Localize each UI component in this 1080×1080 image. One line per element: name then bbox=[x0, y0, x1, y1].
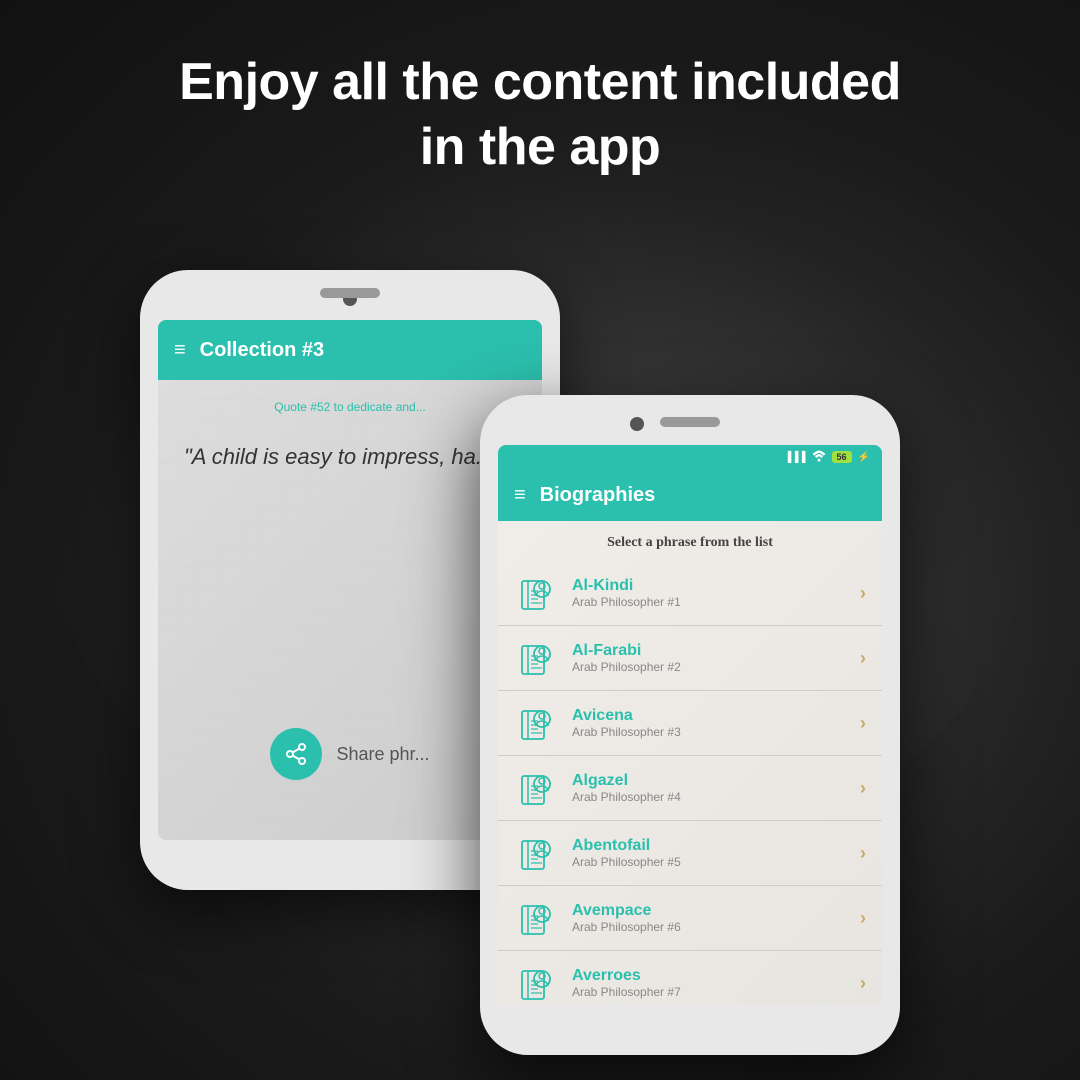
list-item-arrow: › bbox=[860, 648, 866, 669]
list-item[interactable]: Abentofail Arab Philosopher #5 › bbox=[498, 821, 882, 886]
front-menu-icon[interactable]: ≡ bbox=[514, 484, 526, 507]
list-item-text: Abentofail Arab Philosopher #5 bbox=[572, 837, 846, 869]
list-item-text: Avicena Arab Philosopher #3 bbox=[572, 707, 846, 739]
front-phone-camera bbox=[630, 417, 644, 431]
phone-front: ▐▐▐ 56 ⚡ ≡ Biographies Select a phrase f… bbox=[480, 395, 900, 1055]
philosopher-icon bbox=[514, 896, 558, 940]
front-screen-title: Biographies bbox=[540, 484, 656, 507]
list-item-text: Avempace Arab Philosopher #6 bbox=[572, 902, 846, 934]
back-screen-title: Collection #3 bbox=[200, 339, 324, 362]
list-item[interactable]: Avempace Arab Philosopher #6 › bbox=[498, 886, 882, 951]
list-item[interactable]: Averroes Arab Philosopher #7 › bbox=[498, 951, 882, 1005]
battery-indicator: 56 bbox=[832, 451, 852, 463]
list-header: Select a phrase from the list bbox=[498, 521, 882, 561]
back-menu-icon[interactable]: ≡ bbox=[174, 339, 186, 362]
header-line2: in the app bbox=[60, 115, 1020, 180]
share-label: Share phr... bbox=[336, 744, 429, 765]
philosopher-name: Al-Farabi bbox=[572, 642, 846, 660]
list-item-arrow: › bbox=[860, 713, 866, 734]
philosopher-subtitle: Arab Philosopher #3 bbox=[572, 725, 846, 739]
philosopher-icon bbox=[514, 766, 558, 810]
philosopher-name: Al-Kindi bbox=[572, 577, 846, 595]
philosopher-subtitle: Arab Philosopher #4 bbox=[572, 790, 846, 804]
battery-lightning: ⚡ bbox=[858, 452, 870, 463]
philosopher-name: Averroes bbox=[572, 967, 846, 985]
list-item[interactable]: Algazel Arab Philosopher #4 › bbox=[498, 756, 882, 821]
list-item[interactable]: Al-Farabi Arab Philosopher #2 › bbox=[498, 626, 882, 691]
list-item-text: Al-Kindi Arab Philosopher #1 bbox=[572, 577, 846, 609]
front-phone-screen: ▐▐▐ 56 ⚡ ≡ Biographies Select a phrase f… bbox=[498, 445, 882, 1005]
philosopher-name: Avempace bbox=[572, 902, 846, 920]
status-bar: ▐▐▐ 56 ⚡ bbox=[498, 445, 882, 469]
list-item-text: Algazel Arab Philosopher #4 bbox=[572, 772, 846, 804]
philosopher-subtitle: Arab Philosopher #1 bbox=[572, 595, 846, 609]
list-item-arrow: › bbox=[860, 973, 866, 994]
philosopher-icon bbox=[514, 831, 558, 875]
list-item-text: Al-Farabi Arab Philosopher #2 bbox=[572, 642, 846, 674]
header-section: Enjoy all the content included in the ap… bbox=[0, 30, 1080, 200]
wifi-icon bbox=[812, 450, 826, 465]
philosopher-subtitle: Arab Philosopher #5 bbox=[572, 855, 846, 869]
biographies-list: Al-Kindi Arab Philosopher #1 › Al-Farab bbox=[498, 561, 882, 1005]
quote-label: Quote #52 to dedicate and... bbox=[174, 392, 526, 422]
list-item-arrow: › bbox=[860, 778, 866, 799]
quote-text: "A child is easy to impress, ha... bbox=[174, 422, 526, 493]
front-screen-body: Select a phrase from the list Al- bbox=[498, 521, 882, 1005]
philosopher-name: Avicena bbox=[572, 707, 846, 725]
signal-icon: ▐▐▐ bbox=[784, 452, 805, 463]
philosopher-icon bbox=[514, 701, 558, 745]
philosopher-icon bbox=[514, 571, 558, 615]
list-item-text: Averroes Arab Philosopher #7 bbox=[572, 967, 846, 999]
philosopher-name: Abentofail bbox=[572, 837, 846, 855]
list-item-arrow: › bbox=[860, 908, 866, 929]
list-item-arrow: › bbox=[860, 583, 866, 604]
philosopher-subtitle: Arab Philosopher #2 bbox=[572, 660, 846, 674]
header-line1: Enjoy all the content included bbox=[60, 50, 1020, 115]
philosopher-subtitle: Arab Philosopher #6 bbox=[572, 920, 846, 934]
philosopher-subtitle: Arab Philosopher #7 bbox=[572, 985, 846, 999]
back-screen-header: ≡ Collection #3 bbox=[158, 320, 542, 380]
list-item[interactable]: Avicena Arab Philosopher #3 › bbox=[498, 691, 882, 756]
philosopher-icon bbox=[514, 636, 558, 680]
share-button[interactable] bbox=[270, 728, 322, 780]
list-item[interactable]: Al-Kindi Arab Philosopher #1 › bbox=[498, 561, 882, 626]
philosopher-name: Algazel bbox=[572, 772, 846, 790]
philosopher-icon bbox=[514, 961, 558, 1005]
list-item-arrow: › bbox=[860, 843, 866, 864]
front-screen-header: ≡ Biographies bbox=[498, 469, 882, 521]
back-phone-speaker bbox=[320, 288, 380, 298]
front-phone-speaker bbox=[660, 417, 720, 427]
